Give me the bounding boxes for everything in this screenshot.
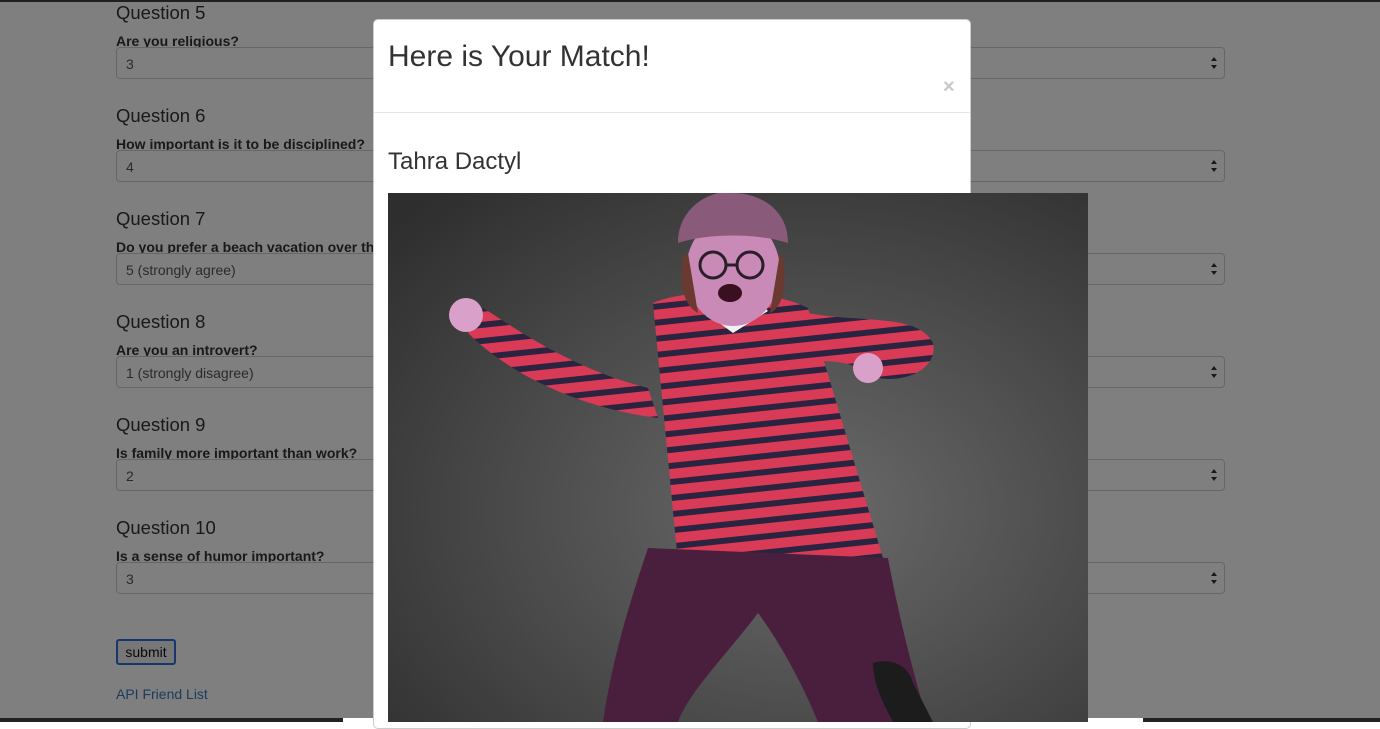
match-photo-illustration (388, 193, 1088, 722)
window-bottom-border (0, 718, 343, 722)
match-name: Tahra Dactyl (388, 148, 522, 175)
window-bottom-border (1143, 718, 1380, 722)
match-photo (388, 193, 1088, 722)
modal-header: Here is Your Match! × (374, 20, 970, 113)
close-icon[interactable]: × (943, 77, 955, 97)
modal-title: Here is Your Match! (388, 40, 650, 73)
